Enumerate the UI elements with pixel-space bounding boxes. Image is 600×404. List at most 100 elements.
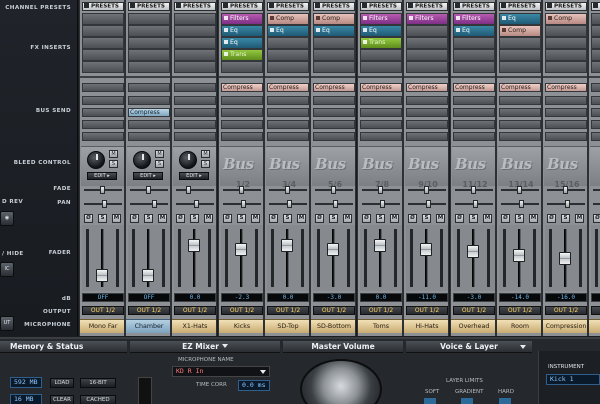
pan-thumb[interactable] <box>241 200 246 208</box>
fx-insert-slot[interactable] <box>174 61 216 73</box>
fx-insert-slot[interactable]: Trans <box>221 49 263 61</box>
fade-thumb[interactable] <box>239 186 244 194</box>
fx-insert-slot[interactable] <box>545 37 587 49</box>
microphone-name[interactable]: Mono Far <box>80 319 124 333</box>
bus-send-slot[interactable] <box>128 96 170 105</box>
fx-insert-slot[interactable] <box>591 25 600 37</box>
bus-send-slot[interactable]: Compress <box>221 83 263 92</box>
bus-send-slot[interactable] <box>267 108 309 117</box>
fx-insert-slot[interactable]: Eq <box>313 25 355 37</box>
pan-thumb[interactable] <box>380 200 385 208</box>
bus-send-compress[interactable]: Compress <box>500 84 540 91</box>
fx-insert-slot[interactable] <box>453 61 495 73</box>
channel-presets-button[interactable]: PRESETS <box>545 2 587 11</box>
bus-send-slot[interactable] <box>591 108 600 117</box>
side-button-ut[interactable]: UT <box>0 316 14 331</box>
solo-button[interactable]: S <box>283 214 292 223</box>
fx-insert-slot[interactable] <box>453 49 495 61</box>
bus-send-slot[interactable]: Compress <box>499 83 541 92</box>
fx-insert-comp[interactable]: Comp <box>268 14 308 24</box>
ez-mixer-title[interactable]: EZ Mixer <box>130 341 280 353</box>
fade-thumb[interactable] <box>471 186 476 194</box>
bus-send-slot[interactable] <box>360 132 402 141</box>
mute-button[interactable]: M <box>251 214 260 223</box>
bus-send-slot[interactable] <box>591 132 600 141</box>
channel-presets-button[interactable]: PRESETS <box>221 2 263 11</box>
bleed-edit-button[interactable]: EDIT ▸ <box>179 172 209 180</box>
bus-send-compress[interactable]: Compress <box>454 84 494 91</box>
microphone-name[interactable]: SD-Top <box>265 319 309 333</box>
bleed-knob[interactable] <box>87 151 105 169</box>
mute-button[interactable]: M <box>529 214 538 223</box>
fader-thumb[interactable] <box>374 239 386 252</box>
fx-insert-filters[interactable]: Filters <box>407 14 447 24</box>
fx-insert-slot[interactable] <box>591 49 600 61</box>
time-corr-value[interactable]: 0.0 ms <box>238 380 270 391</box>
fx-insert-comp[interactable]: Comp <box>546 14 586 24</box>
fade-thumb[interactable] <box>378 186 383 194</box>
bus-send-slot[interactable] <box>591 83 600 92</box>
fx-insert-slot[interactable] <box>174 25 216 37</box>
fx-insert-slot[interactable]: Eq <box>221 37 263 49</box>
fx-insert-slot[interactable] <box>453 37 495 49</box>
bus-send-slot[interactable] <box>128 120 170 129</box>
output-select[interactable]: OUT 1/2 <box>545 306 587 315</box>
pan-slider[interactable] <box>501 200 539 208</box>
pan-slider[interactable] <box>269 200 307 208</box>
bus-send-compress[interactable]: Compress <box>314 84 354 91</box>
solo-button[interactable]: S <box>376 214 385 223</box>
phase-button[interactable]: Ø <box>547 214 556 223</box>
fx-insert-comp[interactable]: Comp <box>314 14 354 24</box>
bus-send-compress[interactable]: Compress <box>222 84 262 91</box>
bus-send-slot[interactable] <box>174 132 216 141</box>
fx-insert-slot[interactable]: Eq <box>267 25 309 37</box>
fx-insert-slot[interactable] <box>221 61 263 73</box>
mute-button[interactable]: M <box>158 214 167 223</box>
pan-slider[interactable] <box>223 200 261 208</box>
mute-button[interactable]: M <box>343 214 352 223</box>
phase-button[interactable]: Ø <box>223 214 232 223</box>
voice-layer-title[interactable]: Voice & Layer <box>406 341 532 353</box>
fx-insert-slot[interactable] <box>128 37 170 49</box>
fx-insert-slot[interactable] <box>267 61 309 73</box>
pan-thumb[interactable] <box>565 200 570 208</box>
load-button[interactable]: LOAD <box>50 378 74 388</box>
solo-button[interactable]: S <box>155 160 164 168</box>
fx-insert-slot[interactable] <box>82 61 124 73</box>
bus-send-slot[interactable] <box>453 132 495 141</box>
db-readout[interactable]: 0.0 <box>267 293 309 302</box>
db-readout[interactable]: OFF <box>128 293 170 302</box>
fade-slider[interactable] <box>362 186 400 194</box>
bus-send-slot[interactable] <box>499 96 541 105</box>
bus-send-slot[interactable] <box>174 120 216 129</box>
fx-insert-slot[interactable] <box>174 37 216 49</box>
channel-presets-button[interactable]: PRESETS <box>406 2 448 11</box>
hard-limit-control[interactable] <box>499 398 511 404</box>
fade-slider[interactable] <box>408 186 446 194</box>
fx-insert-eq[interactable]: Eq <box>314 26 354 36</box>
pan-slider[interactable] <box>547 200 585 208</box>
solo-button[interactable]: S <box>98 214 107 223</box>
fade-slider[interactable] <box>547 186 585 194</box>
fade-slider[interactable] <box>130 186 168 194</box>
fx-insert-slot[interactable]: Eq <box>453 25 495 37</box>
mute-button[interactable]: M <box>436 214 445 223</box>
output-select[interactable]: OUT 1/2 <box>174 306 216 315</box>
bus-send-slot[interactable] <box>82 108 124 117</box>
bus-send-slot[interactable] <box>174 96 216 105</box>
bleed-knob[interactable] <box>179 151 197 169</box>
bus-send-slot[interactable] <box>453 120 495 129</box>
solo-button[interactable]: S <box>329 214 338 223</box>
fade-thumb[interactable] <box>146 186 151 194</box>
fx-insert-slot[interactable] <box>545 25 587 37</box>
pan-thumb[interactable] <box>333 200 338 208</box>
16-bit-toggle[interactable]: 16-BIT <box>80 378 116 388</box>
pan-slider[interactable] <box>455 200 493 208</box>
bus-send-slot[interactable] <box>313 108 355 117</box>
phase-button[interactable]: Ø <box>269 214 278 223</box>
solo-button[interactable]: S <box>109 160 118 168</box>
fx-insert-slot[interactable] <box>499 49 541 61</box>
fx-insert-slot[interactable] <box>128 25 170 37</box>
output-select[interactable]: OUT 1/2 <box>128 306 170 315</box>
fx-insert-slot[interactable] <box>591 13 600 25</box>
